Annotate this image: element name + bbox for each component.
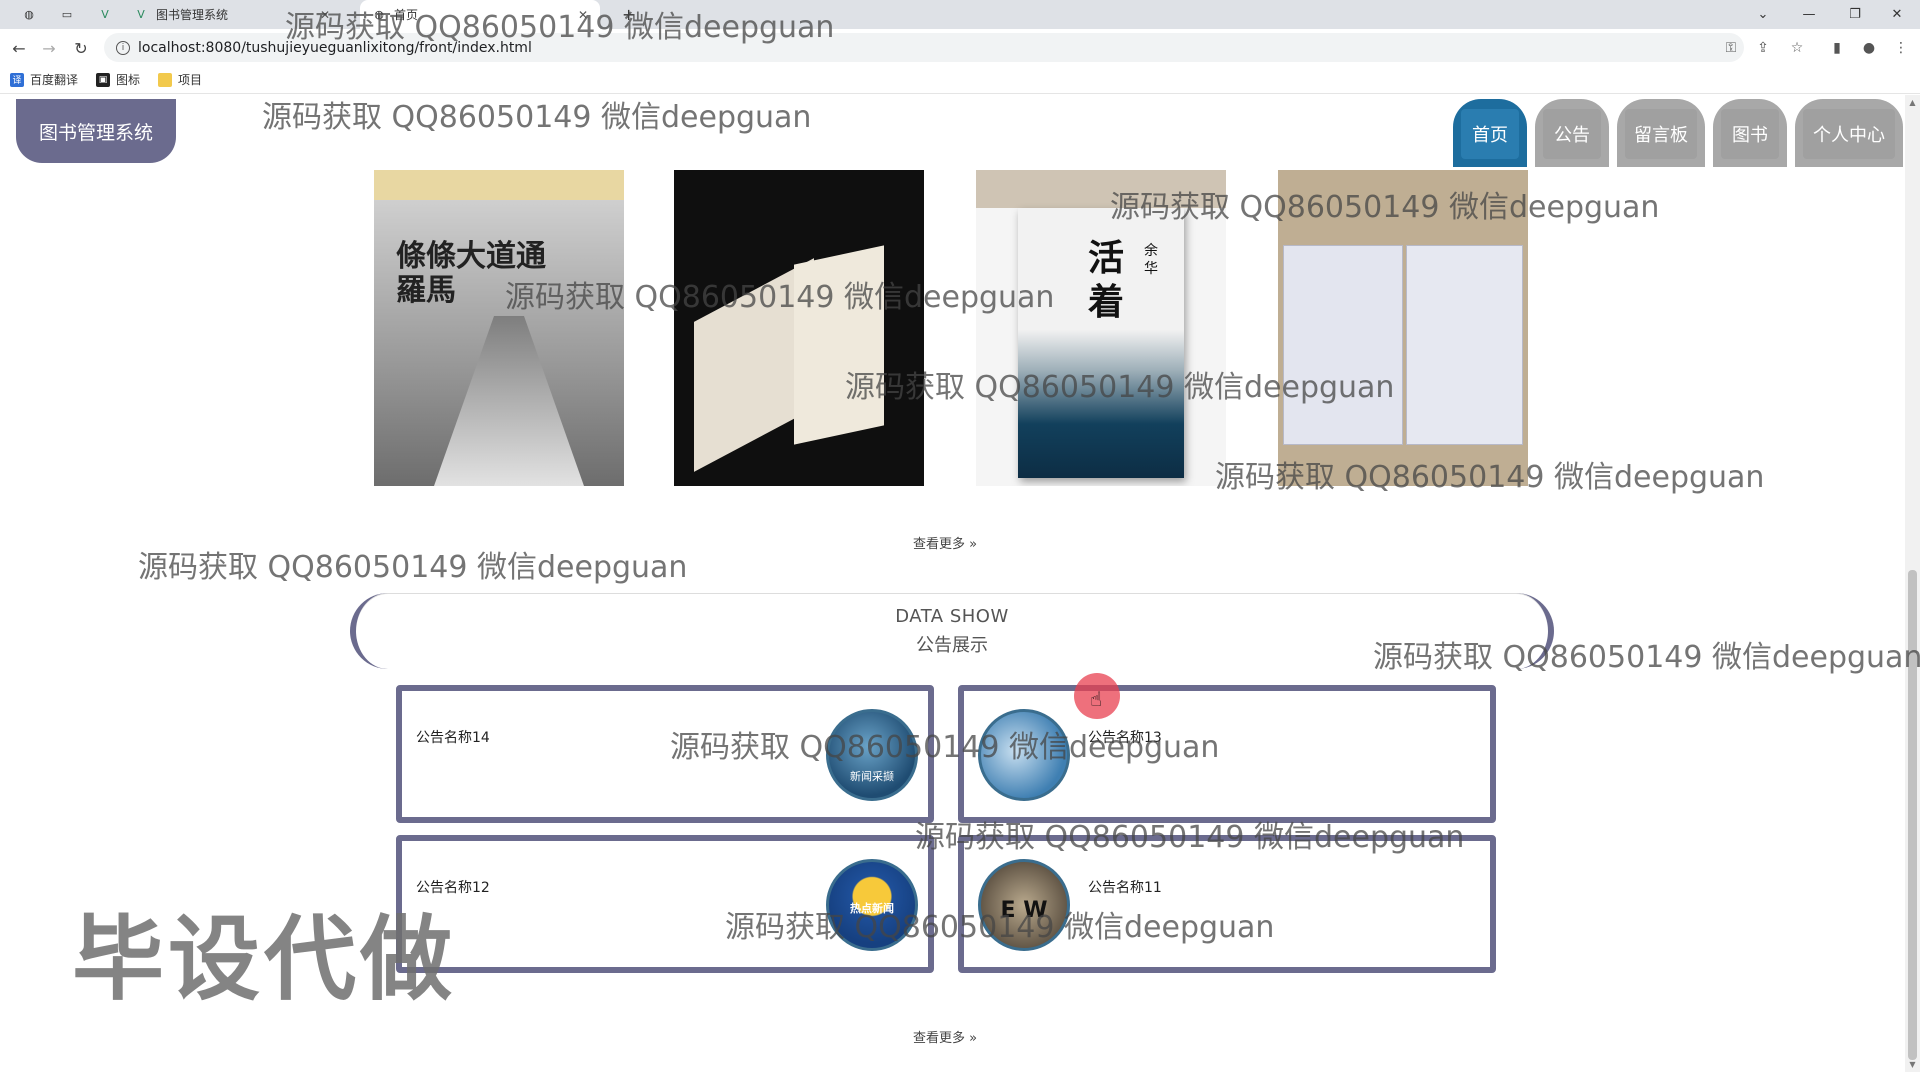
- tab-search-icon[interactable]: ⌄: [1740, 0, 1786, 29]
- nav-user-center[interactable]: 个人中心: [1795, 99, 1903, 167]
- tab-label: 图书管理系统: [156, 8, 229, 22]
- reload-icon[interactable]: ↻: [68, 35, 94, 61]
- watermark: 源码获取 QQ86050149 微信deepguan: [1373, 640, 1920, 675]
- profile-icon[interactable]: ●: [1858, 37, 1880, 59]
- nav-label: 公告: [1543, 109, 1601, 159]
- thumb-label: 新闻采撷: [850, 770, 894, 783]
- watermark: 源码获取 QQ86050149 微信deepguan: [915, 820, 1465, 855]
- notice-title: 公告名称11: [1088, 880, 1162, 896]
- watermark: 源码获取 QQ86050149 微信deepguan: [505, 280, 1055, 315]
- nav-label: 首页: [1461, 109, 1519, 159]
- scroll-up-icon[interactable]: ▲: [1905, 95, 1920, 110]
- page-scrollbar[interactable]: ▲ ▼: [1905, 95, 1920, 1072]
- book-image: [1406, 245, 1523, 445]
- forward-icon[interactable]: →: [36, 35, 62, 61]
- bookmark-label: 图标: [116, 73, 141, 87]
- watermark: 源码获取 QQ86050149 微信deepguan: [845, 370, 1395, 405]
- data-show-title-zh: 公告展示: [916, 634, 988, 656]
- big-watermark: 毕设代做: [72, 906, 457, 1013]
- data-show-title-en: DATA SHOW: [895, 605, 1009, 627]
- key-icon[interactable]: ⚿: [1720, 37, 1742, 59]
- back-icon[interactable]: ←: [6, 35, 32, 61]
- image-icon: ▣: [96, 72, 111, 87]
- notices-more-link[interactable]: 查看更多 »: [913, 1027, 977, 1046]
- book-cover[interactable]: 條條大道通羅馬: [374, 170, 624, 486]
- vue-icon: V: [101, 8, 109, 21]
- close-window-icon[interactable]: ✕: [1874, 0, 1920, 29]
- scroll-down-icon[interactable]: ▼: [1905, 1057, 1920, 1072]
- nav-message-board[interactable]: 留言板: [1617, 99, 1705, 167]
- road-image: [434, 316, 584, 486]
- book-cover-title: 活着: [1088, 237, 1125, 323]
- watermark: 源码获取 QQ86050149 微信deepguan: [1110, 190, 1660, 225]
- watermark: 源码获取 QQ86050149 微信deepguan: [262, 100, 812, 135]
- bookmark-label: 百度翻译: [30, 73, 79, 87]
- blank-page-icon: ▭: [61, 8, 73, 21]
- watermark: 源码获取 QQ86050149 微信deepguan: [670, 730, 1220, 765]
- nav-label: 图书: [1721, 109, 1779, 159]
- book-image: 活着 余华: [1018, 208, 1184, 478]
- book-cover-author: 余华: [1144, 243, 1158, 277]
- sidebar-icon[interactable]: ▮: [1826, 37, 1848, 59]
- menu-icon[interactable]: ⋮: [1890, 37, 1912, 59]
- site-logo[interactable]: 图书管理系统: [16, 99, 176, 163]
- hand-cursor-icon: ☝: [1090, 687, 1103, 711]
- browser-tab-0[interactable]: ◍: [10, 0, 48, 29]
- bookmarks-bar: 译 百度翻译 ▣ 图标 项目: [0, 66, 1920, 94]
- nav-notice[interactable]: 公告: [1535, 99, 1609, 167]
- nav-books[interactable]: 图书: [1713, 99, 1787, 167]
- browser-tab-blank[interactable]: ▭: [48, 0, 86, 29]
- watermark: 源码获取 QQ86050149 微信deepguan: [285, 10, 835, 45]
- bookmark-icons[interactable]: ▣ 图标: [96, 71, 140, 88]
- minimize-icon[interactable]: —: [1786, 0, 1832, 29]
- watermark: 源码获取 QQ86050149 微信deepguan: [725, 910, 1275, 945]
- book-cover[interactable]: [674, 170, 924, 486]
- translate-icon: 译: [10, 72, 24, 87]
- folder-icon: [158, 72, 173, 87]
- vue-icon: V: [137, 8, 145, 21]
- info-icon[interactable]: i: [116, 40, 130, 55]
- nav-home[interactable]: 首页: [1453, 99, 1527, 167]
- nav-label: 留言板: [1625, 109, 1697, 159]
- books-more-link[interactable]: 查看更多 »: [913, 533, 977, 552]
- share-icon[interactable]: ⇪: [1752, 37, 1774, 59]
- bookmark-project[interactable]: 项目: [158, 71, 202, 88]
- star-icon[interactable]: ☆: [1786, 37, 1808, 59]
- watermark: 源码获取 QQ86050149 微信deepguan: [138, 550, 688, 585]
- globe-icon: ◍: [24, 8, 34, 21]
- book-image: [1283, 245, 1403, 445]
- nav-label: 个人中心: [1803, 109, 1895, 159]
- bookmark-translate[interactable]: 译 百度翻译: [10, 71, 78, 88]
- watermark: 源码获取 QQ86050149 微信deepguan: [1215, 460, 1765, 495]
- bookmark-label: 项目: [178, 73, 203, 87]
- notice-title: 公告名称14: [416, 730, 490, 746]
- browser-tab-vue[interactable]: V: [86, 0, 124, 29]
- restore-icon[interactable]: ❐: [1832, 0, 1878, 29]
